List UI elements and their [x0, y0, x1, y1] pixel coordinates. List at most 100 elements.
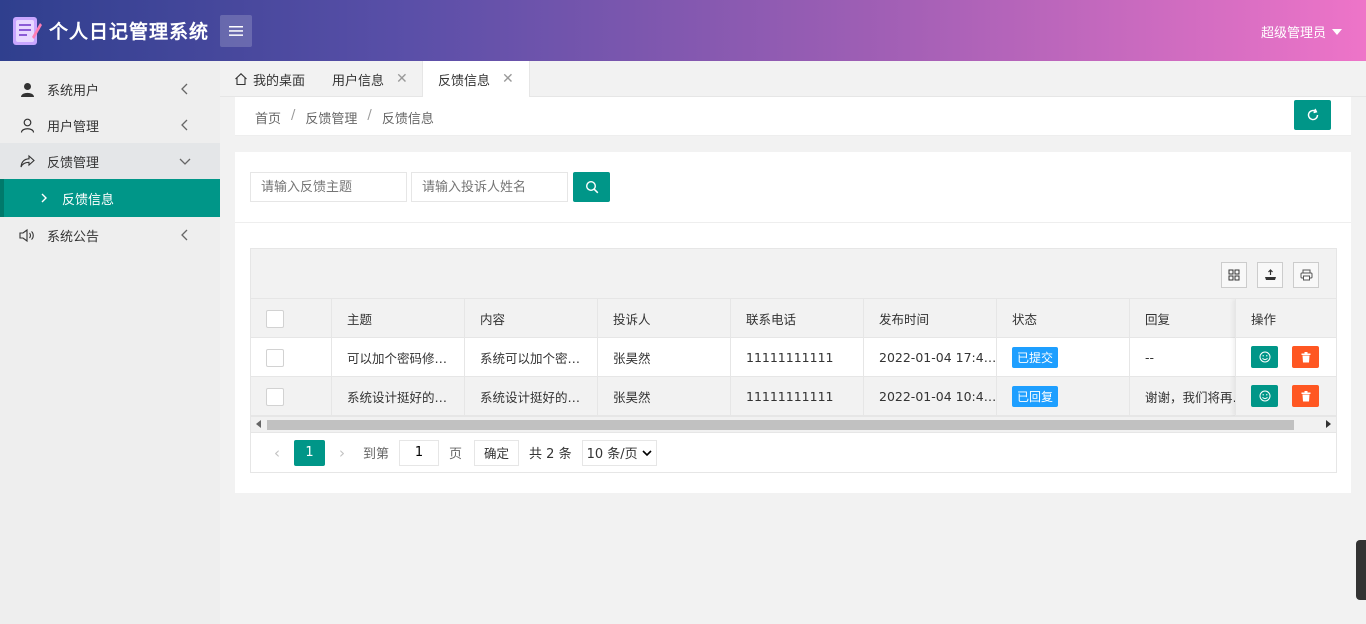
columns-icon — [1228, 269, 1240, 281]
table-header-row: 主题 内容 投诉人 联系电话 发布时间 状态 回复 — [251, 299, 1336, 338]
status-badge: 已提交 — [1012, 347, 1059, 368]
user-outline-icon — [18, 116, 36, 134]
table-row: 系统设计挺好的… 系统设计挺好的… 张昊然 11111111111 2022-0… — [251, 377, 1336, 416]
feedback-table: 主题 内容 投诉人 联系电话 发布时间 状态 回复 可以加个密码修… 系统可以加… — [250, 248, 1337, 473]
total-count: 共 2 条 — [529, 447, 572, 462]
delete-button[interactable] — [1292, 385, 1319, 407]
author-cell: 张昊然 — [598, 377, 731, 416]
select-all-checkbox[interactable] — [266, 309, 284, 328]
speaker-icon — [18, 226, 36, 244]
column-header[interactable]: 内容 — [465, 299, 598, 338]
time-cell: 2022-01-04 17:4… — [864, 338, 997, 377]
close-icon[interactable]: ✕ — [502, 71, 514, 87]
home-icon — [235, 73, 247, 86]
name-search-input[interactable] — [411, 172, 568, 202]
divider — [235, 222, 1351, 223]
column-filter-button[interactable] — [1221, 262, 1247, 288]
column-header[interactable]: 主题 — [332, 299, 465, 338]
horizontal-scrollbar[interactable] — [251, 416, 1336, 432]
status-badge: 已回复 — [1012, 386, 1059, 407]
column-header[interactable]: 发布时间 — [864, 299, 997, 338]
export-button[interactable] — [1257, 262, 1283, 288]
export-icon — [1264, 269, 1276, 280]
page-size-value: 10 条/页 — [586, 447, 638, 462]
tab-user-info[interactable]: 用户信息 ✕ — [332, 61, 408, 97]
print-icon — [1300, 269, 1312, 281]
refresh-button[interactable] — [1294, 100, 1331, 130]
sidebar-item-label: 反馈管理 — [47, 155, 100, 171]
tab-label: 我的桌面 — [253, 73, 306, 89]
sidebar-item-label: 系统公告 — [47, 229, 100, 245]
column-header[interactable]: 操作 — [1236, 299, 1336, 338]
scrollbar-thumb[interactable] — [267, 420, 1294, 430]
breadcrumb: 首页 / 反馈管理 / 反馈信息 — [255, 108, 434, 127]
phone-cell: 11111111111 — [731, 377, 864, 416]
row-checkbox[interactable] — [266, 387, 284, 406]
search-button[interactable] — [573, 172, 610, 202]
author-cell: 张昊然 — [598, 338, 731, 377]
next-page-icon[interactable]: › — [331, 444, 353, 462]
trash-icon — [1301, 390, 1310, 401]
current-page-button[interactable]: 1 — [294, 439, 325, 466]
close-icon[interactable]: ✕ — [396, 71, 408, 87]
chevron-right-icon — [41, 193, 47, 203]
menu-toggle-button[interactable] — [220, 15, 252, 47]
row-checkbox[interactable] — [266, 348, 284, 367]
chevron-down-icon — [179, 158, 191, 165]
chevron-down-icon — [642, 449, 652, 456]
phone-cell: 11111111111 — [731, 338, 864, 377]
goto-label: 到第 — [363, 447, 390, 462]
tab-label: 反馈信息 — [438, 73, 491, 89]
sidebar-item-announcements[interactable]: 系统公告 — [0, 217, 220, 253]
hamburger-icon — [229, 26, 243, 36]
sidebar-item-feedback-management[interactable]: 反馈管理 — [0, 143, 220, 179]
sidebar-item-system-users[interactable]: 系统用户 — [0, 71, 220, 107]
topic-search-input[interactable] — [250, 172, 407, 202]
top-header: 个人日记管理系统 超级管理员 — [0, 0, 1366, 61]
pagination: ‹ 1 › 到第 页 确定 共 2 条 10 条/页 — [251, 432, 1336, 472]
chevron-left-icon — [181, 83, 188, 95]
tab-feedback-info[interactable]: 反馈信息 ✕ — [422, 61, 530, 97]
column-header[interactable]: 投诉人 — [598, 299, 731, 338]
scroll-left-icon[interactable] — [256, 420, 261, 428]
reply-button[interactable] — [1251, 346, 1278, 368]
prev-page-icon[interactable]: ‹ — [266, 444, 288, 462]
operations-column: 操作 — [1235, 299, 1336, 416]
row-checkbox-cell — [251, 377, 332, 416]
reply-button[interactable] — [1251, 385, 1278, 407]
tab-desktop[interactable]: 我的桌面 — [234, 61, 305, 97]
search-bar — [250, 172, 610, 202]
header-checkbox-cell — [251, 299, 332, 338]
breadcrumb-current: 反馈信息 — [381, 112, 434, 127]
user-menu[interactable]: 超级管理员 — [1261, 22, 1342, 41]
smile-icon — [1259, 390, 1270, 402]
table-row: 可以加个密码修… 系统可以加个密… 张昊然 11111111111 2022-0… — [251, 338, 1336, 377]
sidebar: 系统用户 用户管理 反馈管理 反馈信息 系统公告 — [0, 61, 220, 624]
row-checkbox-cell — [251, 338, 332, 377]
breadcrumb-separator: / — [291, 108, 296, 123]
sidebar-subitem-feedback-info[interactable]: 反馈信息 — [0, 179, 220, 217]
topic-cell: 可以加个密码修… — [332, 338, 465, 377]
status-cell: 已回复 — [997, 377, 1130, 416]
print-button[interactable] — [1293, 262, 1319, 288]
refresh-icon — [1307, 108, 1318, 121]
delete-button[interactable] — [1292, 346, 1319, 368]
share-icon — [18, 152, 36, 170]
tab-bar: 我的桌面 用户信息 ✕ 反馈信息 ✕ — [220, 61, 1366, 97]
goto-confirm-button[interactable]: 确定 — [474, 439, 520, 466]
goto-page-input[interactable] — [399, 439, 440, 466]
status-cell: 已提交 — [997, 338, 1130, 377]
scroll-right-icon[interactable] — [1326, 420, 1331, 428]
page-size-select[interactable]: 10 条/页 — [581, 439, 657, 466]
sidebar-item-label: 用户管理 — [47, 119, 100, 135]
caret-down-icon — [1332, 28, 1342, 35]
smile-icon — [1259, 351, 1270, 363]
floating-widget[interactable] — [1356, 540, 1366, 600]
column-header[interactable]: 状态 — [997, 299, 1130, 338]
breadcrumb-feedback-management[interactable]: 反馈管理 — [305, 108, 357, 127]
sidebar-item-user-management[interactable]: 用户管理 — [0, 107, 220, 143]
breadcrumb-home[interactable]: 首页 — [255, 108, 281, 127]
column-header[interactable]: 联系电话 — [731, 299, 864, 338]
row-operations — [1236, 377, 1336, 416]
content-cell: 系统设计挺好的… — [465, 377, 598, 416]
